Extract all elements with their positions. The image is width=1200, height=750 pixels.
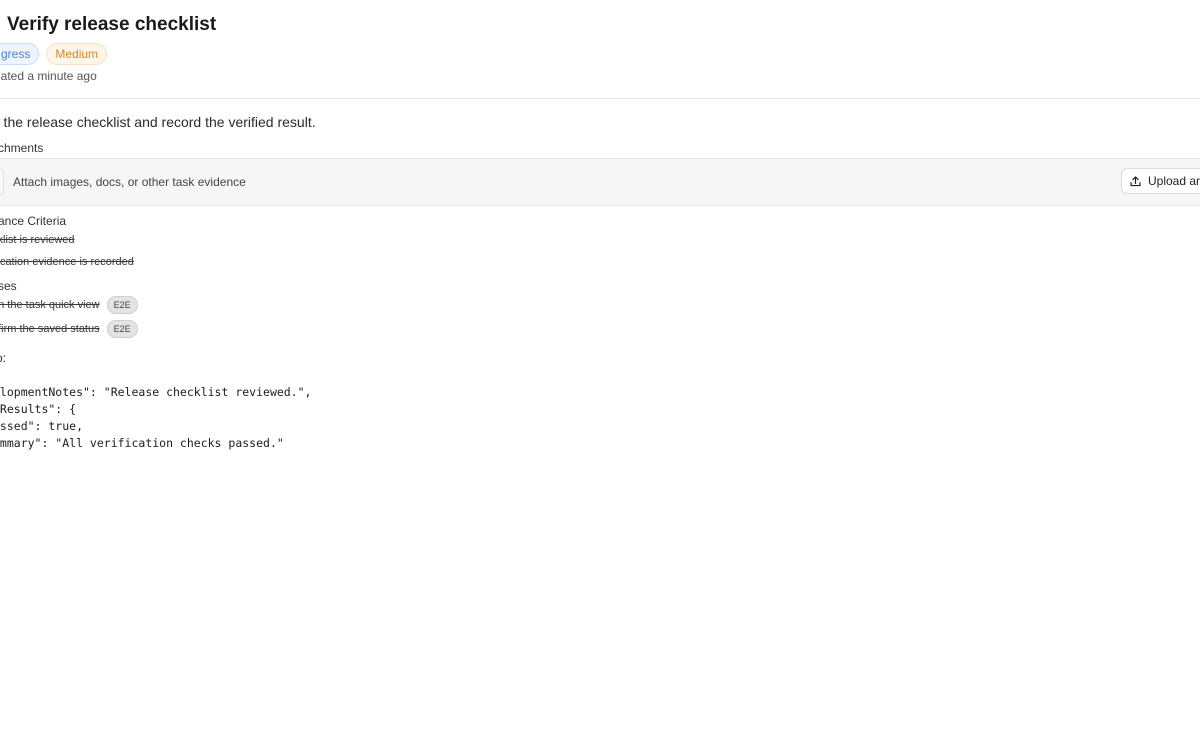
test-cases-heading: ses bbox=[0, 279, 17, 293]
test-case-label: nfirm the saved status bbox=[0, 323, 100, 335]
code-line: assed": true, bbox=[0, 419, 84, 433]
upload-button-label: Upload arti bbox=[1148, 174, 1200, 188]
code-line: ummary": "All verification checks passed… bbox=[0, 436, 284, 450]
upload-icon bbox=[1130, 175, 1141, 186]
upload-artifact-button[interactable]: Upload arti bbox=[1121, 168, 1200, 194]
attachments-heading: chments bbox=[0, 141, 44, 155]
attachment-thumbnail bbox=[0, 168, 4, 196]
output-json-block: elopmentNotes": "Release checklist revie… bbox=[0, 384, 312, 452]
acceptance-criteria-heading: ance Criteria bbox=[0, 214, 67, 228]
test-case-item[interactable]: nfirm the saved status E2E bbox=[0, 320, 138, 338]
status-badge[interactable]: gress bbox=[0, 43, 40, 65]
task-badges: gress Medium bbox=[0, 43, 108, 65]
acceptance-criteria-item: cklist is reviewed bbox=[0, 234, 75, 246]
updated-timestamp: dated a minute ago bbox=[0, 69, 97, 83]
acceptance-criteria-item: ification evidence is recorded bbox=[0, 256, 134, 268]
test-case-label: en the task quick view bbox=[0, 299, 100, 311]
code-line: tResults": { bbox=[0, 402, 77, 416]
header-divider bbox=[0, 98, 1200, 99]
output-label: o: bbox=[0, 351, 7, 365]
task-detail-view: Verify release checklist gress Medium da… bbox=[0, 0, 1200, 750]
attachments-hint: Attach images, docs, or other task evide… bbox=[13, 175, 246, 189]
task-description: m the release checklist and record the v… bbox=[0, 114, 316, 130]
priority-badge[interactable]: Medium bbox=[46, 43, 108, 65]
test-type-tag: E2E bbox=[106, 296, 138, 314]
test-case-item[interactable]: en the task quick view E2E bbox=[0, 296, 138, 314]
task-title: Verify release checklist bbox=[7, 14, 217, 35]
code-line: elopmentNotes": "Release checklist revie… bbox=[0, 385, 312, 399]
attachments-dropzone[interactable]: Attach images, docs, or other task evide… bbox=[0, 158, 1200, 206]
test-type-tag: E2E bbox=[106, 320, 138, 338]
